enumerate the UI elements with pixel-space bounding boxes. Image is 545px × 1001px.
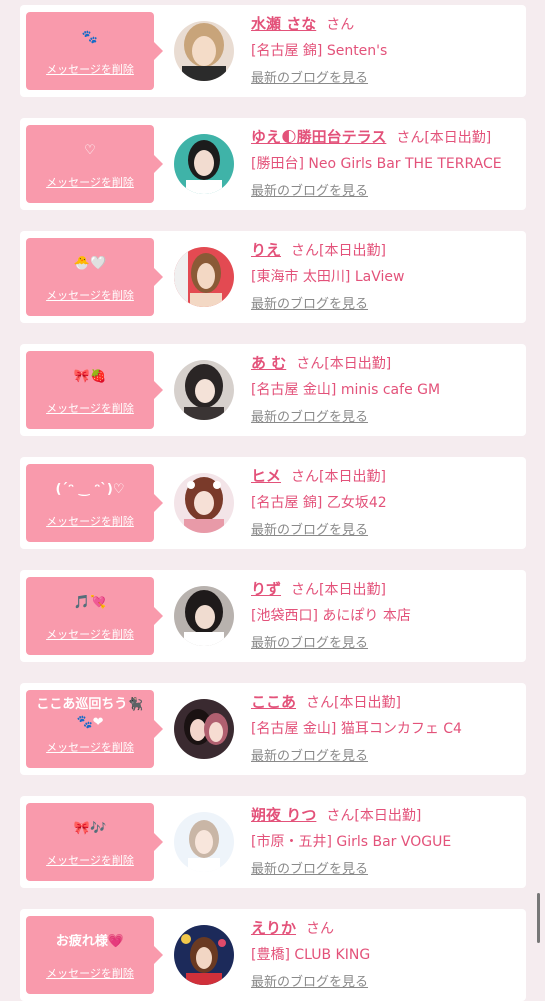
avatar[interactable] (174, 473, 234, 533)
message-text: ♡ (84, 143, 96, 158)
message-text: 🐣🤍 (73, 256, 107, 271)
latest-blog-link[interactable]: 最新のブログを見る (251, 293, 368, 312)
delete-message-link[interactable]: メッセージを削除 (26, 287, 154, 303)
status-badge: [本日出勤] (324, 356, 392, 372)
message-text: 🎀🍓 (73, 369, 107, 384)
message-card: 🎵💘 メッセージを削除 りず さん[本日出勤] [池袋西口] あにぽり 本店 最新… (20, 570, 526, 662)
message-card: 🐾 メッセージを削除 水瀬 さな さん [名古屋 錦] Senten's 最新のブ… (20, 5, 526, 97)
sender-name[interactable]: りえ (251, 241, 281, 259)
message-card: 🎀🍓 メッセージを削除 あ むさん[本日出勤] [名古屋 金山] minis c… (20, 344, 526, 436)
delete-message-link[interactable]: メッセージを削除 (26, 965, 154, 981)
sender-name[interactable]: りず (251, 580, 281, 598)
sender-name[interactable]: 朔夜 りつ (251, 806, 316, 824)
avatar[interactable] (174, 360, 234, 420)
avatar[interactable] (174, 925, 234, 985)
avatar[interactable] (174, 21, 234, 81)
latest-blog-link[interactable]: 最新のブログを見る (251, 745, 368, 764)
status-badge: [本日出勤] (319, 243, 386, 259)
message-bubble: (ˊᵔ ‿ ᵔˋ)♡ メッセージを削除 (26, 464, 163, 542)
delete-message-link[interactable]: メッセージを削除 (26, 513, 154, 529)
message-text-line2: 🐾❤ (76, 715, 104, 730)
status-badge: [本日出勤] (319, 582, 386, 598)
sender-name[interactable]: えりか (251, 919, 296, 937)
shop-name: [名古屋 錦] Senten's (251, 43, 388, 59)
message-bubble: 🎀🎶 メッセージを削除 (26, 803, 163, 881)
avatar[interactable] (174, 586, 234, 646)
latest-blog-link[interactable]: 最新のブログを見る (251, 519, 368, 538)
shop-name: [勝田台] Neo Girls Bar THE TERRACE (251, 156, 502, 172)
honorific: さん (326, 808, 355, 824)
honorific: さん (291, 469, 320, 485)
delete-message-link[interactable]: メッセージを削除 (26, 61, 154, 77)
delete-message-link[interactable]: メッセージを削除 (26, 626, 154, 642)
shop-name: [名古屋 金山] minis cafe GM (251, 382, 441, 398)
delete-message-link[interactable]: メッセージを削除 (26, 174, 154, 190)
avatar[interactable] (174, 812, 234, 872)
sender-name[interactable]: ヒメ (251, 467, 281, 485)
shop-name: [名古屋 錦] 乙女坂42 (251, 495, 387, 511)
message-text: ここあ巡回ちう🐈‍⬛ (36, 697, 144, 712)
delete-message-link[interactable]: メッセージを削除 (26, 852, 154, 868)
message-bubble: 🎀🍓 メッセージを削除 (26, 351, 163, 429)
shop-name: [東海市 太田川] LaView (251, 269, 405, 285)
scrollbar[interactable] (537, 893, 540, 943)
latest-blog-link[interactable]: 最新のブログを見る (251, 971, 368, 990)
latest-blog-link[interactable]: 最新のブログを見る (251, 67, 368, 86)
message-bubble: 🐾 メッセージを削除 (26, 12, 163, 90)
message-text: お疲れ様💗 (55, 934, 125, 949)
avatar[interactable] (174, 134, 234, 194)
status-badge: [本日出勤] (424, 130, 492, 146)
honorific: さん (291, 243, 320, 259)
honorific: さん (296, 356, 325, 372)
message-card: ♡ メッセージを削除 ゆえ🌓勝田台テラス さん[本日出勤] [勝田台] Neo G… (20, 118, 526, 210)
honorific: さん (291, 582, 320, 598)
latest-blog-link[interactable]: 最新のブログを見る (251, 180, 368, 199)
message-text: 🐾 (81, 30, 99, 45)
message-text: 🎀🎶 (73, 821, 107, 836)
message-card: 🐣🤍 メッセージを削除 りえ さん[本日出勤] [東海市 太田川] LaView … (20, 231, 526, 323)
latest-blog-link[interactable]: 最新のブログを見る (251, 406, 368, 425)
status-badge: [本日出勤] (354, 808, 422, 824)
honorific: さん (326, 17, 355, 33)
message-bubble: お疲れ様💗 メッセージを削除 (26, 916, 163, 994)
message-card: 🎀🎶 メッセージを削除 朔夜 りつ さん[本日出勤] [市原・五井] Girls … (20, 796, 526, 888)
honorific: さん (306, 921, 335, 937)
message-text: 🎵💘 (73, 595, 107, 610)
sender-name[interactable]: ここあ (251, 693, 296, 711)
message-text: (ˊᵔ ‿ ᵔˋ)♡ (55, 482, 125, 497)
message-bubble: 🎵💘 メッセージを削除 (26, 577, 163, 655)
delete-message-link[interactable]: メッセージを削除 (26, 739, 154, 755)
latest-blog-link[interactable]: 最新のブログを見る (251, 858, 368, 877)
shop-name: [名古屋 金山] 猫耳コンカフェ C4 (251, 721, 462, 737)
sender-name[interactable]: あ む (251, 354, 286, 372)
message-bubble: ここあ巡回ちう🐈‍⬛ 🐾❤ メッセージを削除 (26, 690, 163, 768)
honorific: さん (306, 695, 335, 711)
message-card: ここあ巡回ちう🐈‍⬛ 🐾❤ メッセージを削除 ここあ さん[本日出勤] [名古屋 … (20, 683, 526, 775)
latest-blog-link[interactable]: 最新のブログを見る (251, 632, 368, 651)
delete-message-link[interactable]: メッセージを削除 (26, 400, 154, 416)
shop-name: [豊橋] CLUB KING (251, 947, 371, 963)
avatar[interactable] (174, 699, 234, 759)
shop-name: [市原・五井] Girls Bar VOGUE (251, 834, 452, 850)
message-bubble: 🐣🤍 メッセージを削除 (26, 238, 163, 316)
sender-name[interactable]: ゆえ🌓勝田台テラス (251, 128, 386, 146)
message-card: お疲れ様💗 メッセージを削除 えりか さん [豊橋] CLUB KING 最新のブ… (20, 909, 526, 1001)
shop-name: [池袋西口] あにぽり 本店 (251, 608, 411, 624)
message-bubble: ♡ メッセージを削除 (26, 125, 163, 203)
honorific: さん (396, 130, 425, 146)
sender-name[interactable]: 水瀬 さな (251, 15, 316, 33)
message-card: (ˊᵔ ‿ ᵔˋ)♡ メッセージを削除 ヒメ さん[本日出勤] [名古屋 錦] 乙… (20, 457, 526, 549)
status-badge: [本日出勤] (319, 469, 386, 485)
status-badge: [本日出勤] (334, 695, 401, 711)
avatar[interactable] (174, 247, 234, 307)
